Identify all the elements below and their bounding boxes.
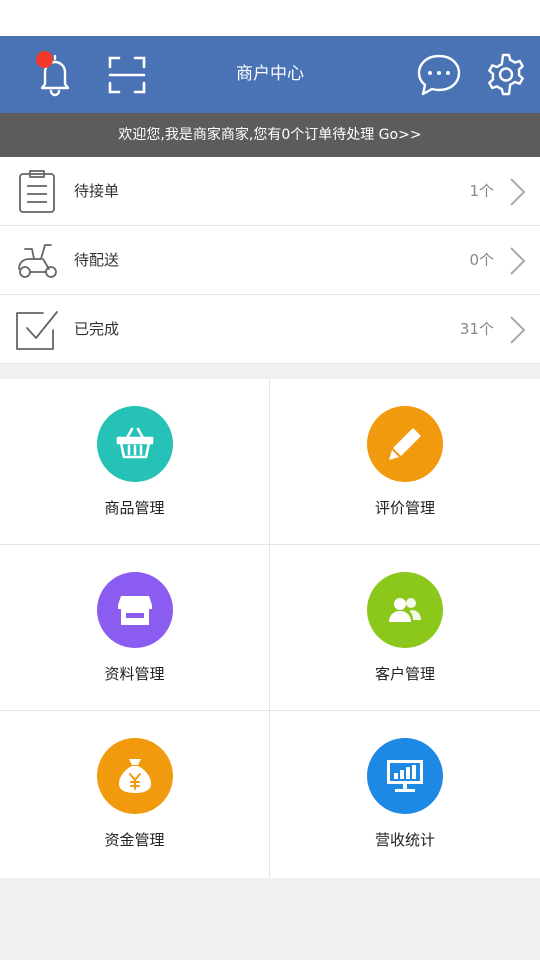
checkbox-icon	[16, 311, 58, 350]
module-product-management[interactable]: 商品管理	[0, 379, 270, 545]
storefront-icon	[117, 596, 152, 625]
module-revenue-statistics[interactable]: 营收统计	[270, 711, 540, 878]
order-row-label: 待接单	[74, 182, 120, 200]
pending-orders-notice[interactable]: 欢迎您,我是商家商家,您有0个订单待处理 Go>>	[0, 113, 540, 157]
order-status-list: 待接单 1个 待配送 0个 已完成 31个	[0, 157, 540, 364]
order-row-count: 0个	[469, 251, 494, 269]
scooter-icon	[18, 244, 57, 278]
module-grid: 商品管理 评价管理 资料管理 客户管理 资金管理 营收统计	[0, 379, 540, 878]
module-label: 资金管理	[104, 831, 165, 849]
messages-button[interactable]	[414, 50, 464, 100]
clipboard-icon	[19, 170, 55, 213]
gear-icon	[488, 53, 524, 96]
module-review-management[interactable]: 评价管理	[270, 379, 540, 545]
chevron-right-icon	[510, 178, 526, 206]
order-row-label: 待配送	[74, 251, 120, 269]
module-funds-management[interactable]: 资金管理	[0, 711, 270, 878]
order-row-count: 31个	[459, 320, 494, 338]
chevron-right-icon	[510, 247, 526, 275]
chart-monitor-icon	[387, 760, 423, 792]
order-row-pending-delivery[interactable]: 待配送 0个	[0, 226, 540, 295]
app-header: 商户中心	[0, 36, 540, 113]
order-row-label: 已完成	[74, 320, 120, 338]
module-profile-management[interactable]: 资料管理	[0, 545, 270, 711]
order-row-count: 1个	[469, 182, 494, 200]
scan-button[interactable]	[102, 50, 152, 100]
module-label: 客户管理	[374, 665, 435, 683]
pencil-icon	[389, 428, 421, 460]
order-row-pending-accept[interactable]: 待接单 1个	[0, 157, 540, 226]
order-row-completed[interactable]: 已完成 31个	[0, 295, 540, 364]
module-label: 评价管理	[374, 499, 435, 517]
module-customer-management[interactable]: 客户管理	[270, 545, 540, 711]
money-bag-icon	[118, 759, 151, 793]
module-label: 资料管理	[104, 665, 165, 683]
settings-button[interactable]	[481, 50, 531, 100]
chevron-right-icon	[510, 316, 526, 344]
status-bar	[0, 0, 540, 36]
scan-icon	[108, 56, 146, 94]
notification-badge	[36, 51, 53, 68]
chat-bubble-icon	[417, 54, 461, 96]
basket-icon	[116, 427, 153, 459]
module-label: 商品管理	[104, 499, 165, 517]
users-icon	[389, 598, 421, 622]
module-label: 营收统计	[374, 831, 435, 849]
